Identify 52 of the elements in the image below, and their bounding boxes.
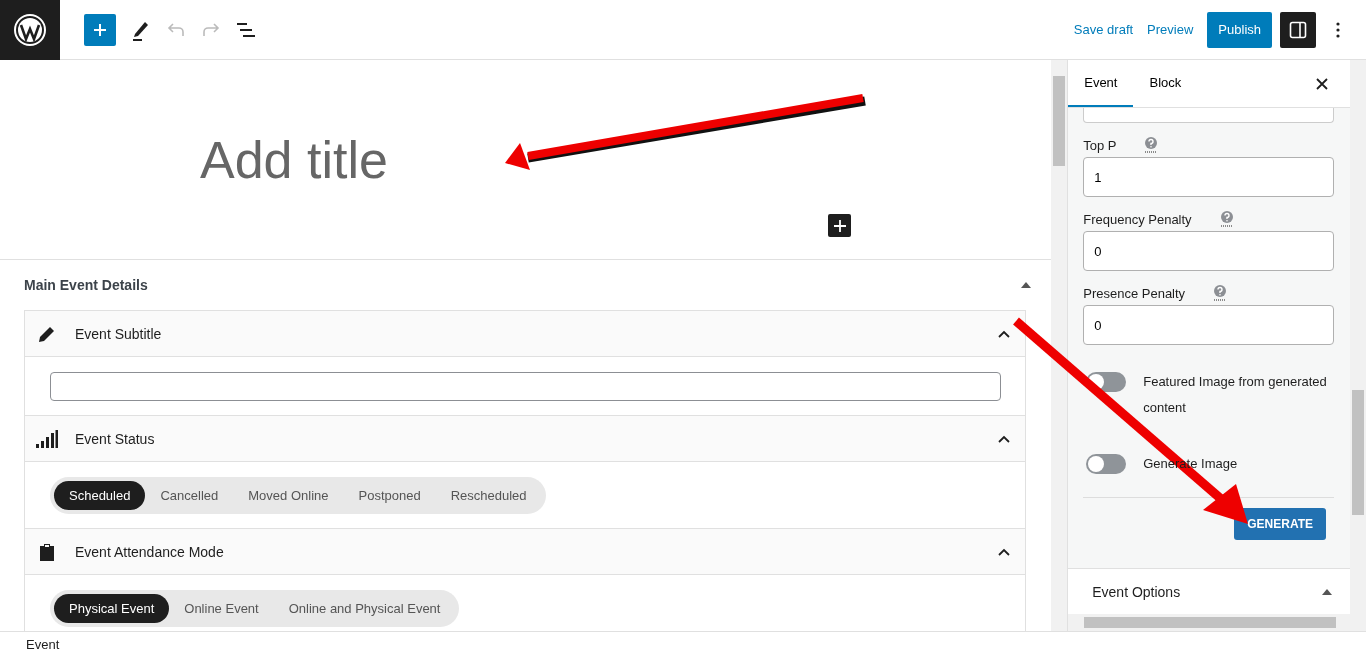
more-options-icon[interactable] [1336, 21, 1340, 38]
segment-option[interactable]: Rescheduled [435, 481, 542, 510]
field-label: Top P [1083, 137, 1117, 153]
collapse-icon[interactable] [1322, 588, 1332, 595]
segment-option[interactable]: Cancelled [145, 481, 234, 510]
header-link[interactable]: Save draft [1073, 22, 1134, 37]
accordion-header[interactable]: Event Subtitle [25, 311, 1025, 357]
breadcrumb[interactable]: Event [26, 637, 60, 652]
number-input[interactable]: 0 [1083, 231, 1334, 271]
segment-option[interactable]: Online Event [169, 594, 274, 623]
metabox-title: Main Event Details [24, 277, 148, 293]
wordpress-icon [14, 13, 46, 46]
segment-option[interactable]: Moved Online [233, 481, 344, 510]
scrollbar[interactable] [1051, 60, 1068, 631]
chevron-icon[interactable] [998, 434, 1010, 443]
help-icon[interactable] [1219, 211, 1234, 227]
generate-button[interactable]: GENERATE [1234, 508, 1326, 540]
sidebar-tab[interactable]: Block [1133, 60, 1198, 107]
help-icon[interactable] [1144, 137, 1159, 153]
plus-icon [92, 21, 108, 38]
field-label: Presence Penalty [1083, 285, 1186, 301]
scrollbar[interactable] [1350, 60, 1366, 631]
accordion-header[interactable]: Event Status [25, 416, 1025, 462]
help-icon[interactable] [1213, 285, 1228, 301]
segment-option[interactable]: Physical Event [54, 594, 170, 623]
publish-button[interactable]: Publish [1207, 11, 1272, 48]
field-label: Frequency Penalty [1083, 211, 1192, 227]
toggle-label: Featured Image from generated content [1143, 373, 1328, 417]
toggle-switch[interactable] [1086, 454, 1127, 474]
sidebar-icon [1289, 20, 1307, 39]
chevron-icon[interactable] [998, 547, 1010, 556]
chevron-icon[interactable] [998, 329, 1010, 338]
wordpress-logo[interactable] [0, 0, 60, 60]
list-view-icon[interactable] [236, 21, 256, 38]
segment-option[interactable]: Online and Physical Event [273, 594, 456, 623]
close-icon[interactable] [1316, 77, 1328, 90]
panel-header[interactable]: Event Options [1068, 568, 1350, 614]
collapse-icon[interactable] [1021, 282, 1032, 288]
number-input[interactable]: 0 [1083, 305, 1334, 345]
post-title-field[interactable]: Add title [200, 130, 388, 190]
accordion-header[interactable]: Event Attendance Mode [25, 529, 1025, 575]
input-field[interactable] [1083, 108, 1334, 123]
signal-bars-icon [35, 429, 59, 448]
scrollbar[interactable] [1068, 614, 1350, 631]
number-input[interactable]: 1 [1083, 157, 1334, 197]
plus-icon [833, 219, 846, 232]
segment-option[interactable]: Scheduled [54, 481, 146, 510]
header-link[interactable]: Preview [1147, 22, 1194, 37]
settings-button[interactable] [1280, 11, 1316, 48]
subtitle-input[interactable] [50, 372, 1001, 401]
segment-option[interactable]: Postponed [343, 481, 436, 510]
add-block-button[interactable] [828, 214, 851, 237]
